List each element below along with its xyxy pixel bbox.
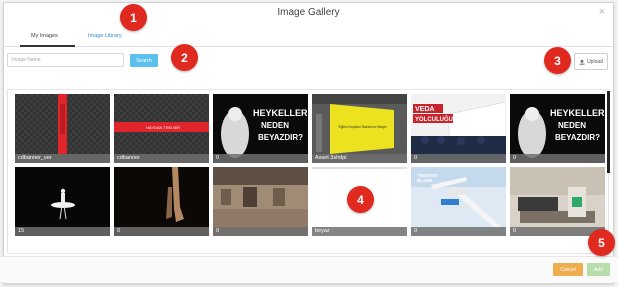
svg-text:BEYAZDIR?: BEYAZDIR? (555, 133, 600, 142)
image-thumbnail: VEDA YOLCULUĞU (411, 94, 506, 163)
image-tile-asset[interactable]: 'Eğitim Koşulları' Bakımına Hikaye Asset… (312, 94, 407, 163)
upload-button[interactable]: Upload (574, 53, 608, 70)
image-thumbnail (510, 167, 605, 236)
annotation-marker-2: 2 (171, 44, 198, 71)
tab-image-library[interactable]: Image Library (88, 33, 122, 39)
svg-text:VEDA: VEDA (415, 106, 434, 113)
svg-text:BEYAZDIR?: BEYAZDIR? (258, 133, 303, 142)
svg-text:BLADE: BLADE (417, 178, 433, 183)
close-icon[interactable]: × (599, 7, 605, 18)
image-thumbnail (15, 94, 110, 163)
image-name-search-input[interactable] (7, 53, 124, 67)
image-thumbnail (15, 167, 110, 236)
image-caption: 0 (411, 227, 506, 236)
image-caption: 0 (114, 227, 209, 236)
image-thumbnail: HEYKELLER NEDEN BEYAZDIR? (213, 94, 308, 163)
image-tile-twisted-blade[interactable]: TWISTED BLADE 0 (411, 167, 506, 236)
annotation-marker-4: 4 (347, 186, 374, 213)
image-tile-veda[interactable]: VEDA YOLCULUĞU 0 (411, 94, 506, 163)
annotation-marker-5: 5 (588, 229, 615, 256)
image-caption: 0 (213, 154, 308, 163)
modal-title: Image Gallery (277, 7, 340, 18)
svg-text:HEYKELLER: HEYKELLER (253, 108, 308, 118)
svg-text:'Eğitim Koşulları' Bakımına Hi: 'Eğitim Koşulları' Bakımına Hikaye (338, 125, 387, 129)
image-caption: 0 (213, 227, 308, 236)
active-tab-indicator (20, 45, 75, 47)
cancel-button[interactable]: Cancel (553, 263, 583, 276)
svg-text:NEDEN: NEDEN (261, 121, 289, 130)
annotation-marker-1: 1 (120, 4, 147, 31)
image-tile-heykeller-2[interactable]: HEYKELLER NEDEN BEYAZDIR? 0 (510, 94, 605, 163)
annotation-marker-3: 3 (544, 47, 571, 74)
image-caption: 0 (411, 154, 506, 163)
image-tile-15[interactable]: 15 (15, 167, 110, 236)
image-thumbnail: TWISTED BLADE (411, 167, 506, 236)
image-tile-cdbanner-ver[interactable]: cdbanner_ver (15, 94, 110, 163)
image-thumbnail (213, 167, 308, 236)
modal-header: Image Gallery × (4, 3, 613, 24)
image-tile-cdbanner[interactable]: HAYDAN TEKİ BİR cdbanner (114, 94, 209, 163)
tab-bar: My Images Image Library (4, 26, 613, 47)
grid-scrollbar[interactable] (607, 91, 610, 173)
image-caption: 0 (510, 154, 605, 163)
upload-label: Upload (587, 58, 603, 65)
image-thumbnail: HAYDAN TEKİ BİR (114, 94, 209, 163)
image-tile-product[interactable]: 0 (510, 167, 605, 236)
add-button[interactable]: Add (587, 263, 610, 276)
image-caption: 15 (15, 227, 110, 236)
svg-text:HEYKELLER: HEYKELLER (550, 108, 605, 118)
svg-text:NEDEN: NEDEN (558, 121, 586, 130)
image-tile-heykeller[interactable]: HEYKELLER NEDEN BEYAZDIR? 0 (213, 94, 308, 163)
image-caption: cdbanner_ver (15, 154, 110, 163)
image-thumbnail (114, 167, 209, 236)
modal-footer (0, 256, 618, 282)
banner-text: HAYDAN TEKİ BİR (146, 125, 180, 130)
upload-icon (579, 59, 585, 65)
image-tile-dancer-feet[interactable]: 0 (114, 167, 209, 236)
image-thumbnail: HEYKELLER NEDEN BEYAZDIR? (510, 94, 605, 163)
svg-text:YOLCULUĞU: YOLCULUĞU (415, 115, 453, 123)
image-caption: Asset 3shdpi (312, 154, 407, 163)
image-thumbnail: 'Eğitim Koşulları' Bakımına Hikaye (312, 94, 407, 163)
image-caption: cdbanner (114, 154, 209, 163)
tab-my-images[interactable]: My Images (31, 33, 58, 39)
image-tile-panorama[interactable]: 0 (213, 167, 308, 236)
search-button[interactable]: Search (130, 54, 158, 67)
image-caption: beyaz (312, 227, 407, 236)
